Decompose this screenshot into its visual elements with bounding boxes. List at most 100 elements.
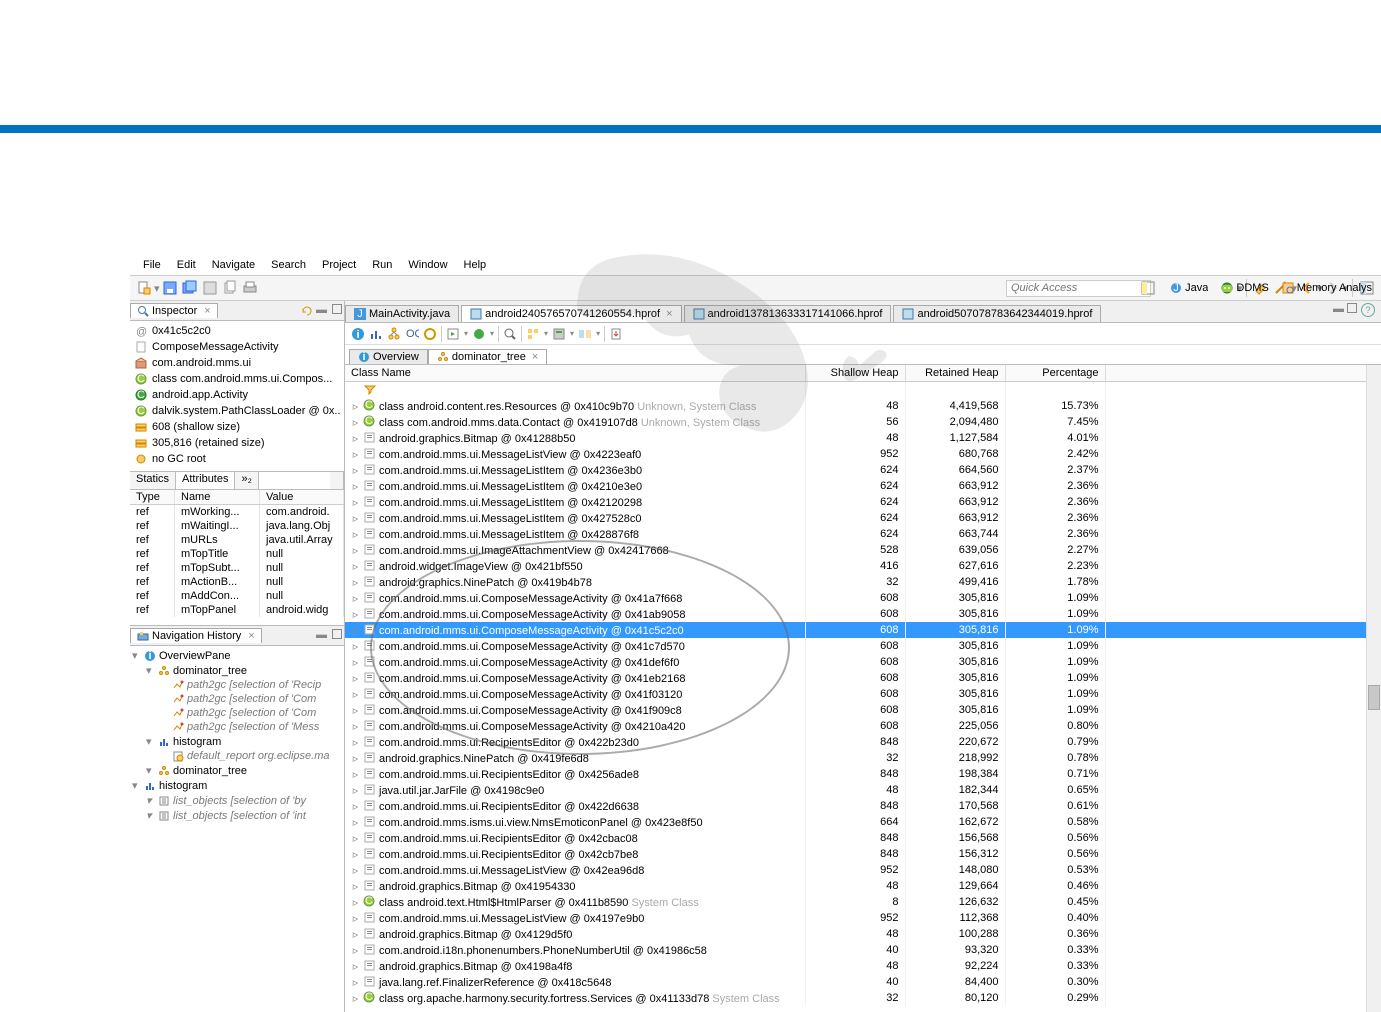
attrs-row[interactable]: refmWaitingI...java.lang.Obj xyxy=(130,519,344,533)
attrs-tab[interactable]: Statics xyxy=(130,472,176,489)
table-row[interactable]: ▹android.graphics.NinePatch @ 0x419fe6d8… xyxy=(345,750,1381,766)
save-icon[interactable] xyxy=(162,280,178,296)
col-value[interactable]: Value xyxy=(260,490,344,504)
menu-window[interactable]: Window xyxy=(400,257,455,273)
table-row[interactable]: ▹Cclass android.text.Html$HtmlParser @ 0… xyxy=(345,894,1381,910)
table-row[interactable]: ▹android.graphics.NinePatch @ 0x419b4b78… xyxy=(345,574,1381,590)
nav-item[interactable]: path2gc [selection of 'Com xyxy=(132,706,342,720)
minimize-icon[interactable]: ▬ xyxy=(316,304,330,318)
table-row[interactable]: ▹com.android.mms.ui.MessageListView @ 0x… xyxy=(345,910,1381,926)
attrs-tab[interactable]: »₂ xyxy=(235,472,258,489)
col-shallow[interactable]: Shallow Heap xyxy=(805,365,905,382)
nav-item[interactable]: ▾default_report org.eclipse.mat.ap xyxy=(132,823,342,826)
inner-tab[interactable]: iOverview xyxy=(349,349,428,364)
nav-item[interactable]: ▾list_objects [selection of 'by xyxy=(132,793,342,808)
attrs-row[interactable]: refmActionB...null xyxy=(130,575,344,589)
table-row[interactable]: ▹com.android.mms.ui.ComposeMessageActivi… xyxy=(345,686,1381,702)
table-row[interactable]: ▹com.android.mms.ui.ComposeMessageActivi… xyxy=(345,622,1381,638)
nav-item[interactable]: ▾histogram xyxy=(132,778,342,793)
table-row[interactable]: ▹com.android.mms.ui.RecipientsEditor @ 0… xyxy=(345,734,1381,750)
table-row[interactable]: ▹com.android.mms.ui.MessageListView @ 0x… xyxy=(345,862,1381,878)
print-icon[interactable] xyxy=(242,280,258,296)
close-icon[interactable]: × xyxy=(663,308,672,320)
inspector-tab[interactable]: Inspector × xyxy=(130,303,218,318)
maximize-icon[interactable] xyxy=(332,629,342,639)
nav-item[interactable]: path2gc [selection of 'Com xyxy=(132,692,342,706)
table-row[interactable]: ▹com.android.i18n.phonenumbers.PhoneNumb… xyxy=(345,942,1381,958)
minimize-icon[interactable]: ▬ xyxy=(1333,303,1344,315)
table-row[interactable]: ▹com.android.mms.ui.MessageListItem @ 0x… xyxy=(345,462,1381,478)
table-row[interactable]: ▹com.android.mms.ui.ComposeMessageActivi… xyxy=(345,670,1381,686)
editor-tab[interactable]: JMainActivity.java xyxy=(345,305,459,322)
attrs-row[interactable]: refmTopSubt...null xyxy=(130,561,344,575)
menu-search[interactable]: Search xyxy=(263,257,314,273)
dominator-icon[interactable] xyxy=(387,327,401,341)
table-row[interactable]: ▹com.android.mms.ui.ComposeMessageActivi… xyxy=(345,702,1381,718)
table-row[interactable]: ▹android.graphics.Bitmap @ 0x41954330481… xyxy=(345,878,1381,894)
table-row[interactable]: ▹com.android.mms.isms.ui.view.NmsEmotico… xyxy=(345,814,1381,830)
perspective-java[interactable]: JJava xyxy=(1164,279,1213,297)
attrs-row[interactable]: refmURLsjava.util.Array xyxy=(130,533,344,547)
editor-tab[interactable]: android1378136333171​41066.hprof xyxy=(684,305,892,322)
inspector-row[interactable]: Cclass com.android.mms.ui.Compos... xyxy=(134,371,340,387)
table-row[interactable]: ▹com.android.mms.ui.ComposeMessageActivi… xyxy=(345,606,1381,622)
inspector-row[interactable]: no GC root xyxy=(134,451,340,467)
nav-item[interactable]: path2gc [selection of 'Recip xyxy=(132,678,342,692)
nav-item[interactable]: ▾list_objects [selection of 'int xyxy=(132,808,342,823)
table-row[interactable]: ▹android.graphics.Bitmap @ 0x41288b50481… xyxy=(345,430,1381,446)
inspector-row[interactable]: 305,816 (retained size) xyxy=(134,435,340,451)
inner-tab[interactable]: dominator_tree× xyxy=(428,349,547,364)
table-row[interactable]: ▹android.graphics.Bitmap @ 0x4198a4f8489… xyxy=(345,958,1381,974)
table-row[interactable]: ▹java.util.jar.JarFile @ 0x4198c9e048182… xyxy=(345,782,1381,798)
run-report-icon[interactable] xyxy=(446,327,460,341)
col-percentage[interactable]: Percentage xyxy=(1005,365,1105,382)
nav-history-tab[interactable]: Navigation History × xyxy=(130,628,262,643)
nav-item[interactable]: ▾dominator_tree xyxy=(132,663,342,678)
close-icon[interactable]: × xyxy=(529,351,538,363)
maximize-icon[interactable] xyxy=(1347,303,1357,313)
inspector-row[interactable]: @0x41c5c2c0 xyxy=(134,323,340,339)
attrs-row[interactable]: refmAddCon...null xyxy=(130,589,344,603)
oql-icon[interactable]: OQL xyxy=(405,327,419,341)
table-row[interactable]: ▹com.android.mms.ui.MessageListItem @ 0x… xyxy=(345,494,1381,510)
table-row[interactable]: ▹com.android.mms.ui.MessageListView @ 0x… xyxy=(345,446,1381,462)
table-row[interactable]: ▹Cclass android.content.res.Resources @ … xyxy=(345,398,1381,414)
table-row[interactable]: ▹com.android.mms.ui.ImageAttachmentView … xyxy=(345,542,1381,558)
table-row[interactable]: ▹android.graphics.Bitmap @ 0x4129d5f0481… xyxy=(345,926,1381,942)
table-row[interactable]: ▹Cclass com.android.mms.data.Contact @ 0… xyxy=(345,414,1381,430)
inspector-row[interactable]: com.android.mms.ui xyxy=(134,355,340,371)
quick-access-input[interactable] xyxy=(1006,280,1151,297)
save-all-icon[interactable] xyxy=(182,280,198,296)
menu-project[interactable]: Project xyxy=(314,257,364,273)
nav-item[interactable]: path2gc [selection of 'Mess xyxy=(132,720,342,734)
inspector-row[interactable]: 608 (shallow size) xyxy=(134,419,340,435)
copy-icon[interactable] xyxy=(222,280,238,296)
table-row[interactable]: ▹com.android.mms.ui.RecipientsEditor @ 0… xyxy=(345,798,1381,814)
menu-edit[interactable]: Edit xyxy=(169,257,204,273)
sync-icon[interactable] xyxy=(300,304,314,318)
table-row[interactable]: ▹java.lang.ref.FinalizerReference @ 0x41… xyxy=(345,974,1381,990)
inspector-row[interactable]: Cdalvik.system.PathClassLoader @ 0x... xyxy=(134,403,340,419)
attrs-row[interactable]: refmTopPanelandroid.widg xyxy=(130,603,344,617)
histogram-icon[interactable] xyxy=(369,327,383,341)
table-row[interactable]: ▹com.android.mms.ui.MessageListItem @ 0x… xyxy=(345,526,1381,542)
editor-tab[interactable]: android5070787​83642344019.hprof xyxy=(893,305,1101,322)
table-row[interactable]: ▹com.android.mms.ui.ComposeMessageActivi… xyxy=(345,718,1381,734)
query-icon[interactable] xyxy=(472,327,486,341)
table-row[interactable]: ▹com.android.mms.ui.RecipientsEditor @ 0… xyxy=(345,846,1381,862)
col-type[interactable]: Type xyxy=(130,490,175,504)
group-icon[interactable] xyxy=(526,327,540,341)
col-classname[interactable]: Class Name xyxy=(345,365,805,382)
help-icon[interactable]: ? xyxy=(1361,303,1375,317)
calc-icon[interactable] xyxy=(552,327,566,341)
info-icon[interactable]: i xyxy=(351,327,365,341)
menu-file[interactable]: File xyxy=(135,257,169,273)
close-icon[interactable]: × xyxy=(244,630,254,642)
table-row[interactable]: ▹com.android.mms.ui.ComposeMessageActivi… xyxy=(345,638,1381,654)
table-row[interactable]: ▹com.android.mms.ui.RecipientsEditor @ 0… xyxy=(345,766,1381,782)
perspective-memory-analys[interactable]: Memory Analys xyxy=(1276,279,1377,297)
export-icon[interactable] xyxy=(609,327,623,341)
attrs-row[interactable]: refmWorking...com.android. xyxy=(130,505,344,519)
wrench-icon[interactable] xyxy=(330,472,344,489)
table-row[interactable]: ▹com.android.mms.ui.ComposeMessageActivi… xyxy=(345,590,1381,606)
